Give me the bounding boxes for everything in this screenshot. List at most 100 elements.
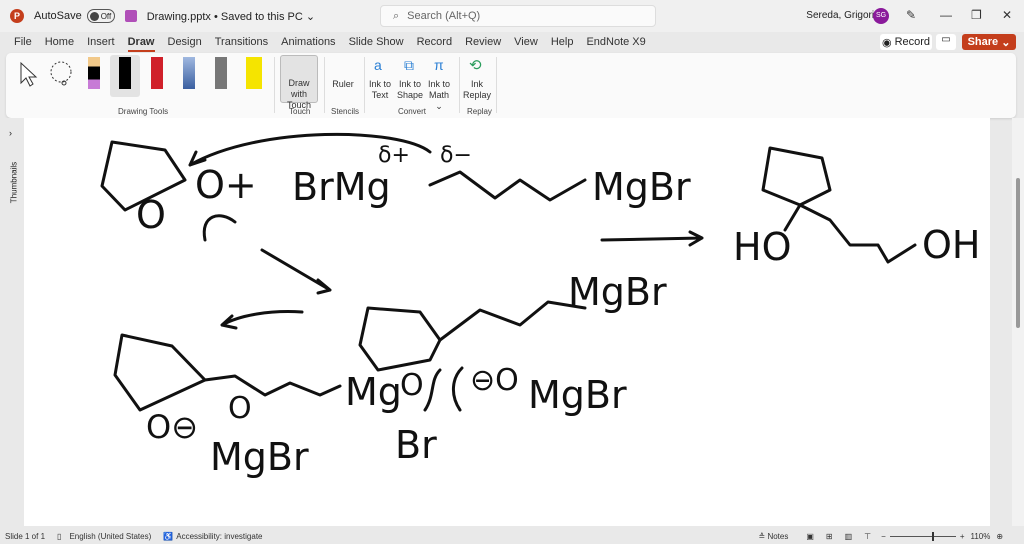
pen-galaxy-icon[interactable] xyxy=(183,57,195,89)
slide-counter: Slide 1 of 1 xyxy=(5,531,46,541)
avatar[interactable]: SG xyxy=(873,8,889,24)
zoom-out-button[interactable]: − xyxy=(881,532,886,541)
file-name[interactable]: Drawing.pptx • Saved to this PC ⌄ xyxy=(147,10,315,23)
tab-animations[interactable]: Animations xyxy=(281,36,335,48)
highlighter-yellow-icon[interactable] xyxy=(246,57,262,89)
ink-replay-label: Ink Replay xyxy=(462,79,491,100)
group-drawing-tools: Drawing Tools xyxy=(118,107,169,116)
ribbon-tabs: File Home Insert Draw Design Transitions… xyxy=(0,32,1024,52)
share-button[interactable]: Share ⌄ xyxy=(962,34,1016,50)
lasso-select-icon[interactable] xyxy=(48,60,76,88)
ink-label-o4: ⊖O xyxy=(470,363,519,398)
pen-black-icon[interactable] xyxy=(119,57,131,89)
slide-canvas[interactable]: O O+ BrMg δ+ δ− MgBr HO OH MgBr O ⊖O MgB… xyxy=(24,118,990,526)
spellcheck-icon[interactable]: ▯ xyxy=(57,532,61,541)
ink-label-o1: O xyxy=(136,193,166,237)
draw-with-touch-button[interactable]: Draw with Touch xyxy=(280,55,318,110)
replay-icon: ⟲ xyxy=(469,57,482,74)
close-button[interactable]: ✕ xyxy=(1002,8,1012,22)
language-label[interactable]: English (United States) xyxy=(69,532,151,541)
pen-icon[interactable]: ✎ xyxy=(906,8,916,22)
ink-label-delta-plus: δ+ xyxy=(378,143,410,168)
group-convert: Convert xyxy=(398,107,427,116)
record-button[interactable]: ◉ Record xyxy=(880,34,932,50)
ink-label-o3: O xyxy=(400,368,424,403)
status-bar: Slide 1 of 1 ▯ English (United States) ♿… xyxy=(0,528,1024,544)
comments-button[interactable]: ▭ xyxy=(936,34,956,50)
slideshow-icon[interactable]: ⊤ xyxy=(864,532,871,541)
ink-label-mgbr3: MgBr xyxy=(528,373,627,417)
zoom-level[interactable]: 110% xyxy=(970,532,990,541)
save-icon[interactable] xyxy=(124,10,137,22)
ink-ring-bottom xyxy=(113,333,207,412)
tab-slide-show[interactable]: Slide Show xyxy=(349,36,404,48)
tab-design[interactable]: Design xyxy=(168,36,202,48)
ink-label-br4: Br xyxy=(395,423,437,467)
group-replay: Replay xyxy=(467,107,492,116)
vertical-scrollbar[interactable] xyxy=(1012,118,1024,526)
ink-chain-intermediate xyxy=(438,300,587,342)
search-placeholder: Search (Alt+Q) xyxy=(407,10,481,22)
notes-label: Notes xyxy=(767,531,789,541)
tab-draw[interactable]: Draw xyxy=(127,36,155,52)
zoom-slider[interactable] xyxy=(889,531,956,541)
autosave-label: AutoSave xyxy=(34,10,82,22)
tab-file[interactable]: File xyxy=(14,36,32,48)
scrollbar-thumb[interactable] xyxy=(1016,178,1020,328)
ink-label-mgbr1: MgBr xyxy=(592,165,691,209)
ink-label-mg4: Mg xyxy=(345,370,402,414)
ink-drawing: O O+ BrMg δ+ δ− MgBr HO OH MgBr O ⊖O MgB… xyxy=(100,132,980,479)
autosave-state: Off xyxy=(100,11,112,21)
tab-record[interactable]: Record xyxy=(417,36,452,48)
ink-chain-1 xyxy=(428,170,587,202)
ink-arrow-left xyxy=(220,310,304,330)
pencil-gray-icon[interactable] xyxy=(215,57,227,89)
ink-label-ho: HO xyxy=(733,225,791,269)
ink-to-math-label: Ink to Math ⌄ xyxy=(427,79,450,111)
reading-view-icon[interactable]: ▥ xyxy=(845,532,853,541)
thumbnails-pane[interactable]: › Thumbnails xyxy=(0,118,24,526)
notes-button[interactable]: ≙ Notes xyxy=(759,532,789,541)
ink-chain-product xyxy=(783,203,917,264)
zoom-in-button[interactable]: + xyxy=(960,532,965,541)
ruler-button[interactable]: Ruler xyxy=(328,57,358,90)
tab-help[interactable]: Help xyxy=(551,36,574,48)
tab-view[interactable]: View xyxy=(514,36,538,48)
search-input[interactable]: ⌕ Search (Alt+Q) xyxy=(380,5,656,27)
tab-transitions[interactable]: Transitions xyxy=(215,36,268,48)
ink-ring-product xyxy=(761,146,832,207)
slide-sorter-icon[interactable]: ⊞ xyxy=(826,532,833,541)
normal-view-icon[interactable]: ▣ xyxy=(806,532,814,541)
ink-ring-intermediate xyxy=(358,306,442,372)
group-touch: Touch xyxy=(289,107,311,116)
ink-to-text-label: Ink to Text xyxy=(368,79,391,100)
draw-with-touch-label: Draw with Touch xyxy=(286,78,312,110)
comment-icon: ▭ xyxy=(941,34,951,45)
minimize-button[interactable]: — xyxy=(940,8,952,22)
pen-eraser-icon[interactable] xyxy=(88,57,100,89)
accessibility-status[interactable]: Accessibility: investigate xyxy=(176,532,262,541)
ink-chain-bottom xyxy=(203,374,342,397)
pen-red-icon[interactable] xyxy=(151,57,163,89)
tab-home[interactable]: Home xyxy=(45,36,74,48)
ink-to-text-icon: a xyxy=(374,57,382,73)
ink-to-shape-icon: ⧉ xyxy=(404,57,414,73)
select-pointer-icon[interactable] xyxy=(18,61,40,87)
tab-review[interactable]: Review xyxy=(465,36,501,48)
group-stencils: Stencils xyxy=(331,107,360,116)
ink-label-mgbr2: MgBr xyxy=(568,270,667,314)
expand-chevron-icon[interactable]: › xyxy=(9,128,12,138)
ribbon: Drawing Tools Draw with Touch Touch Rule… xyxy=(6,53,1016,118)
ruler-label: Ruler xyxy=(332,79,354,89)
ink-label-mgbr5: MgBr xyxy=(210,435,309,479)
autosave-toggle[interactable]: Off xyxy=(86,9,115,23)
ink-label-o6: O xyxy=(228,391,252,426)
search-icon: ⌕ xyxy=(393,9,400,22)
ink-label-o2: O+ xyxy=(195,163,257,207)
record-label: Record xyxy=(894,36,931,48)
restore-button[interactable]: ❐ xyxy=(971,8,982,22)
tab-insert[interactable]: Insert xyxy=(87,36,115,48)
tab-endnote[interactable]: EndNote X9 xyxy=(586,36,645,48)
fit-to-window-icon[interactable]: ⊕ xyxy=(996,532,1003,541)
ink-to-math-icon: π xyxy=(434,57,444,73)
